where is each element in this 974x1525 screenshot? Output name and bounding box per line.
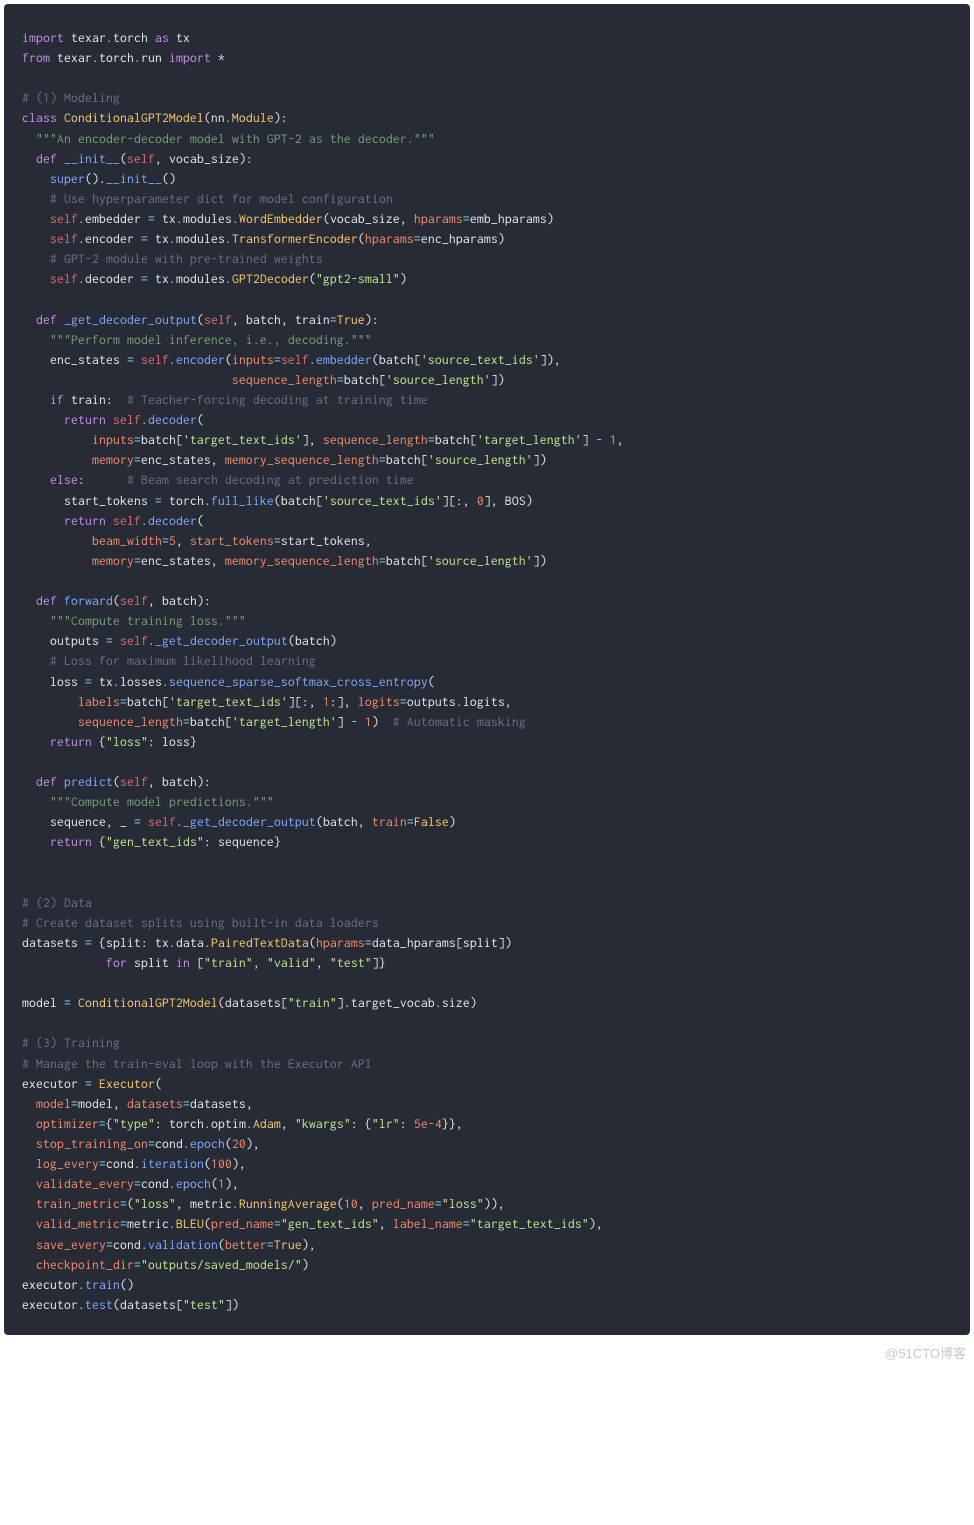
class-name: ConditionalGPT2Model — [64, 110, 204, 125]
comment-modeling: # (1) Modeling — [22, 90, 120, 105]
comment-training: # (3) Training — [22, 1035, 120, 1050]
code-block: import texar.torch as tx from texar.torc… — [4, 4, 970, 1335]
comment-data: # (2) Data — [22, 895, 92, 910]
watermark-text: @51CTO博客 — [0, 1339, 974, 1370]
docstring: """An encoder-decoder model with GPT-2 a… — [36, 131, 435, 146]
kw-import: import — [22, 30, 64, 45]
